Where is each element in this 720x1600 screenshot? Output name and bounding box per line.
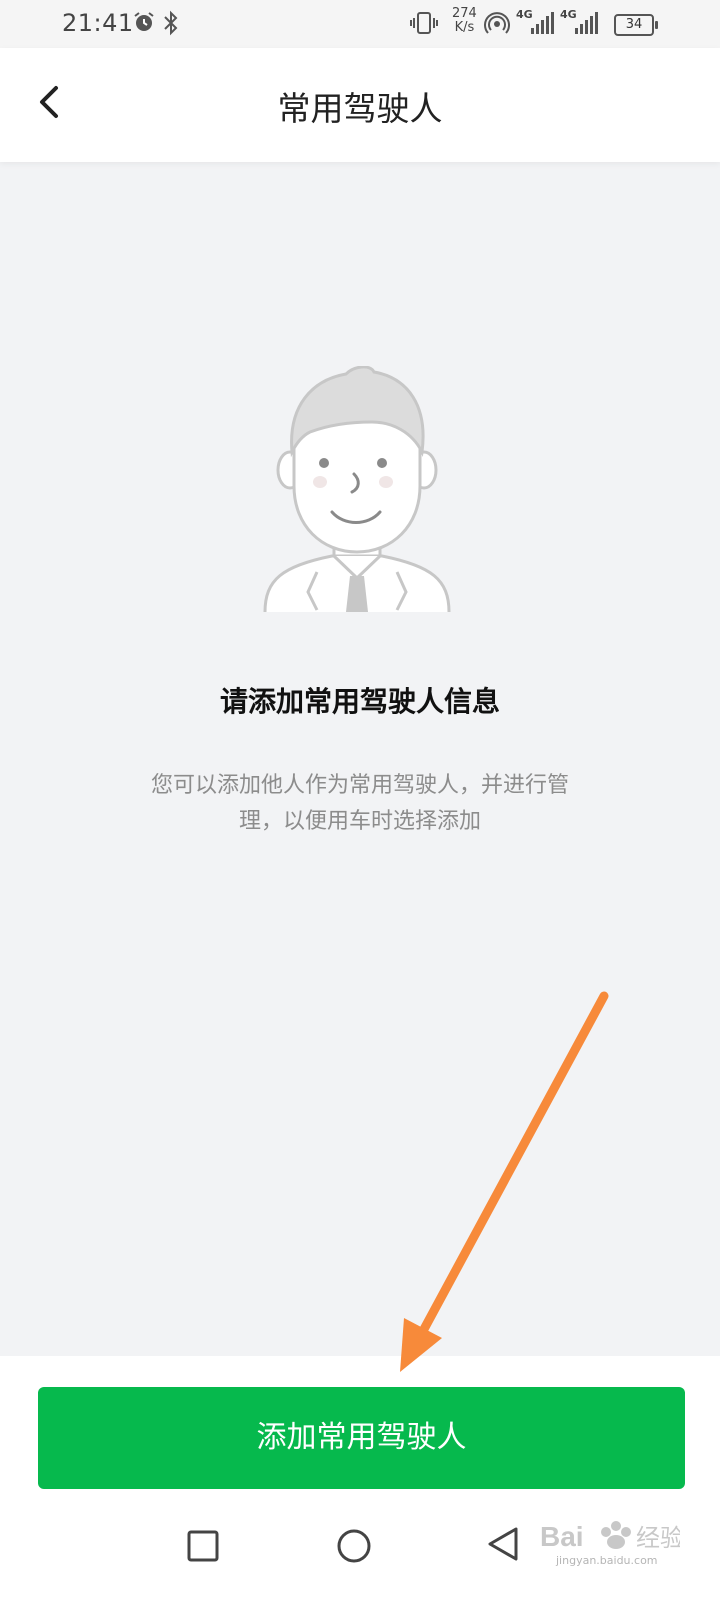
network-speed-value: 274 xyxy=(452,6,477,21)
square-icon[interactable] xyxy=(187,1530,219,1562)
empty-state-title: 请添加常用驾驶人信息 xyxy=(219,685,500,718)
signal-icon-sim2 xyxy=(575,12,598,34)
empty-state-description: 您可以添加他人作为常用驾驶人，并进行管理，以便用车时选择添加 xyxy=(150,773,569,834)
watermark-url: jingyan.baidu.com xyxy=(556,1554,658,1567)
status-bar: 21:41 274 K/s 4G 4G 34 xyxy=(0,0,720,48)
person-avatar-illustration xyxy=(263,366,451,613)
signal-icon-sim1 xyxy=(531,12,554,34)
svg-text:经验: 经验 xyxy=(636,1525,680,1552)
battery-icon: 34 xyxy=(614,14,658,36)
network-speed: 274 K/s xyxy=(452,7,477,35)
alarm-icon xyxy=(134,12,154,31)
page-title: 常用驾驶人 xyxy=(277,89,443,128)
nav-bar: 常用驾驶人 xyxy=(0,48,720,162)
vibrate-icon xyxy=(410,12,438,34)
circle-icon[interactable] xyxy=(336,1528,372,1564)
battery-level: 34 xyxy=(625,17,643,32)
hotspot-icon xyxy=(484,12,510,34)
add-driver-button[interactable]: 添加常用驾驶人 xyxy=(38,1387,685,1489)
status-time: 21:41 xyxy=(62,9,134,37)
svg-text:Bai: Bai xyxy=(540,1521,584,1552)
network-speed-unit: K/s xyxy=(454,20,475,35)
triangle-back-icon[interactable] xyxy=(486,1526,520,1562)
bluetooth-icon xyxy=(164,10,178,36)
